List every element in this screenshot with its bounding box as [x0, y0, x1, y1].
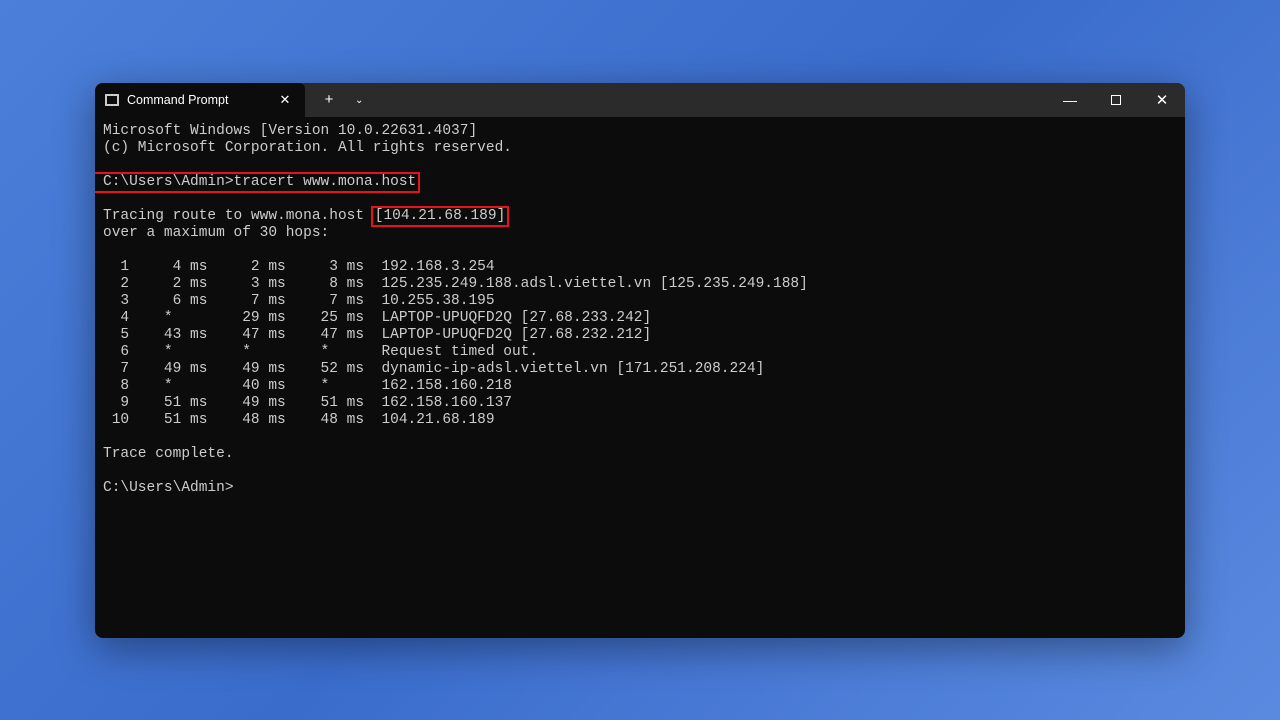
highlight-command: C:\Users\Admin>tracert www.mona.host [95, 172, 420, 193]
tab-actions: + ⌄ [305, 83, 375, 117]
highlight-ip: [104.21.68.189] [371, 206, 510, 227]
window-controls: — ✕ [1047, 83, 1185, 117]
tab-title: Command Prompt [127, 93, 267, 107]
tracing-text: Tracing route to www.mona.host [103, 208, 373, 224]
close-button[interactable]: ✕ [1139, 83, 1185, 117]
new-tab-button[interactable]: + [317, 88, 341, 112]
over-max-hops: over a maximum of 30 hops: [103, 225, 1177, 242]
hop-list: 1 4 ms 2 ms 3 ms 192.168.3.254 2 2 ms 3 … [103, 259, 1177, 429]
maximize-button[interactable] [1093, 83, 1139, 117]
trace-complete: Trace complete. [103, 446, 1177, 463]
minimize-button[interactable]: — [1047, 83, 1093, 117]
prompt-ready: C:\Users\Admin> [103, 480, 1177, 497]
maximize-icon [1111, 95, 1121, 105]
terminal-icon [105, 94, 119, 106]
terminal-output[interactable]: Microsoft Windows [Version 10.0.22631.40… [95, 117, 1185, 638]
tab-command-prompt[interactable]: Command Prompt ✕ [95, 83, 305, 117]
header-line-2: (c) Microsoft Corporation. All rights re… [103, 140, 1177, 157]
terminal-window: Command Prompt ✕ + ⌄ — ✕ Microsoft Windo… [95, 83, 1185, 638]
titlebar[interactable]: Command Prompt ✕ + ⌄ — ✕ [95, 83, 1185, 117]
tab-dropdown-icon[interactable]: ⌄ [355, 93, 363, 106]
header-line-1: Microsoft Windows [Version 10.0.22631.40… [103, 123, 1177, 140]
close-tab-icon[interactable]: ✕ [275, 90, 295, 110]
